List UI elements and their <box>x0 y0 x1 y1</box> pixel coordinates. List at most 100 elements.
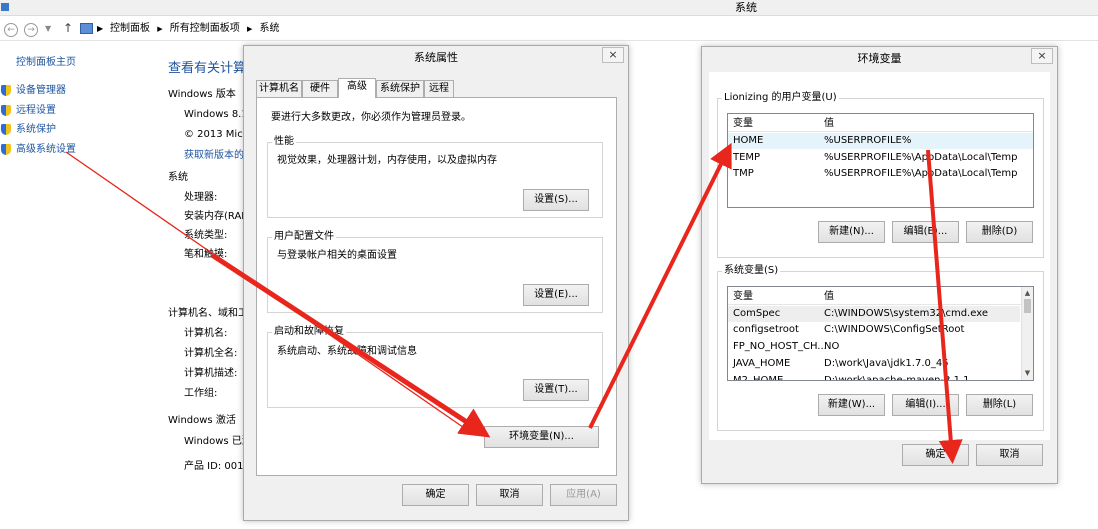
list-item[interactable]: configsetroot C:\WINDOWS\ConfigSetRoot <box>728 322 1020 338</box>
user-delete-button[interactable]: 删除(D) <box>966 221 1033 243</box>
breadcrumb-item[interactable]: 控制面板 <box>110 23 150 34</box>
system-new-button[interactable]: 新建(W)... <box>818 394 885 416</box>
tab-hardware[interactable]: 硬件 <box>302 80 338 97</box>
column-variable[interactable]: 变量 <box>733 116 753 132</box>
ok-button[interactable]: 确定 <box>402 484 469 506</box>
system-header: 系统 <box>168 172 188 183</box>
column-variable[interactable]: 变量 <box>733 289 753 305</box>
list-header: 变量 值 <box>728 116 1033 132</box>
profiles-settings-button[interactable]: 设置(E)... <box>523 284 589 306</box>
shield-icon <box>1 144 11 155</box>
list-item[interactable]: ComSpec C:\WINDOWS\system32\cmd.exe <box>728 306 1020 322</box>
sidebar-item-remote-settings[interactable]: 远程设置 <box>16 104 56 118</box>
dialog-title: 系统属性 <box>414 51 458 64</box>
scroll-up-icon[interactable]: ▲ <box>1022 288 1033 299</box>
vertical-scrollbar[interactable]: ▲ ▼ <box>1021 287 1033 380</box>
performance-settings-button[interactable]: 设置(S)... <box>523 189 589 211</box>
list-item[interactable]: HOME %USERPROFILE% <box>728 133 1033 149</box>
sidebar-item-system-protection[interactable]: 系统保护 <box>16 123 56 137</box>
cancel-button[interactable]: 取消 <box>476 484 543 506</box>
var-name: HOME <box>733 135 764 146</box>
column-value[interactable]: 值 <box>824 116 834 132</box>
var-name: TEMP <box>733 152 761 163</box>
dialog-title: 环境变量 <box>857 52 902 65</box>
var-value: %USERPROFILE%\AppData\Local\Temp <box>824 152 1018 163</box>
up-button[interactable]: ↑ <box>63 21 73 35</box>
activation-header: Windows 激活 <box>168 415 236 426</box>
var-value: C:\WINDOWS\system32\cmd.exe <box>824 308 988 319</box>
apply-button[interactable]: 应用(A) <box>550 484 617 506</box>
breadcrumb-item[interactable]: 系统 <box>260 23 280 34</box>
column-value[interactable]: 值 <box>824 289 834 305</box>
env-cancel-button[interactable]: 取消 <box>976 444 1043 466</box>
sidebar-item-advanced-settings[interactable]: 高级系统设置 <box>16 143 76 157</box>
list-header: 变量 值 <box>728 289 1033 305</box>
shield-icon <box>1 124 11 135</box>
breadcrumb: 控制面板 ▶ 所有控制面板项 ▶ 系统 <box>110 22 284 36</box>
app-icon <box>1 3 9 11</box>
user-vars-list[interactable]: 变量 值 HOME %USERPROFILE% TEMP %USERPROFIL… <box>727 113 1034 208</box>
scroll-thumb[interactable] <box>1024 299 1031 313</box>
ram-label: 安装内存(RAM <box>184 211 250 222</box>
sidebar-item-device-manager[interactable]: 设备管理器 <box>16 84 66 98</box>
processor-label: 处理器: <box>184 192 218 203</box>
list-item[interactable]: TEMP %USERPROFILE%\AppData\Local\Temp <box>728 150 1033 166</box>
window-title: 系统 <box>735 1 757 14</box>
var-name: FP_NO_HOST_CH... <box>733 341 827 352</box>
full-name-label: 计算机全名: <box>184 348 238 359</box>
close-button[interactable]: × <box>1031 48 1053 64</box>
control-panel-icon <box>80 23 93 34</box>
startup-desc: 系统启动、系统故障和调试信息 <box>277 346 417 357</box>
var-name: TMP <box>733 168 754 179</box>
edition-value: Windows 8.1 <box>184 109 248 120</box>
list-item[interactable]: TMP %USERPROFILE%\AppData\Local\Temp <box>728 166 1033 182</box>
system-vars-list[interactable]: 变量 值 ComSpec C:\WINDOWS\system32\cmd.exe… <box>727 286 1034 381</box>
get-new-version-link[interactable]: 获取新版本的 <box>184 149 244 163</box>
var-value: D:\work\apache-maven-3.1.1 <box>824 375 970 381</box>
breadcrumb-sep-icon: ▶ <box>246 25 253 33</box>
user-vars-label: Lionizing 的用户变量(U) <box>722 92 839 104</box>
tab-system-protection[interactable]: 系统保护 <box>376 80 424 97</box>
window-titlebar: 系统 <box>0 0 1098 16</box>
system-type-label: 系统类型: <box>184 230 228 241</box>
control-panel-home-link[interactable]: 控制面板主页 <box>16 56 76 70</box>
breadcrumb-item[interactable]: 所有控制面板项 <box>170 23 240 34</box>
activation-status: Windows 已激 <box>184 436 252 447</box>
environment-variables-button[interactable]: 环境变量(N)... <box>484 426 599 448</box>
back-button[interactable]: ← <box>4 23 18 37</box>
var-name: configsetroot <box>733 324 799 335</box>
system-edit-button[interactable]: 编辑(I)... <box>892 394 959 416</box>
var-name: M2_HOME <box>733 375 784 381</box>
list-item[interactable]: JAVA_HOME D:\work\Java\jdk1.7.0_45 <box>728 356 1020 372</box>
env-ok-button[interactable]: 确定 <box>902 444 969 466</box>
pen-touch-label: 笔和触摸: <box>184 249 228 260</box>
shield-icon <box>1 105 11 116</box>
list-item[interactable]: M2_HOME D:\work\apache-maven-3.1.1 <box>728 373 1020 381</box>
system-vars-label: 系统变量(S) <box>722 265 781 277</box>
system-delete-button[interactable]: 删除(L) <box>966 394 1033 416</box>
admin-note: 要进行大多数更改，你必须作为管理员登录。 <box>271 112 471 123</box>
workgroup-label: 工作组: <box>184 388 218 399</box>
scroll-down-icon[interactable]: ▼ <box>1022 368 1033 379</box>
chevron-down-icon[interactable]: ▼ <box>45 22 51 36</box>
profiles-label: 用户配置文件 <box>272 231 336 243</box>
var-name: JAVA_HOME <box>733 358 791 369</box>
user-edit-button[interactable]: 编辑(E)... <box>892 221 959 243</box>
product-id: 产品 ID: 0017 <box>184 461 250 472</box>
performance-label: 性能 <box>272 136 296 148</box>
breadcrumb-sep-icon: ▶ <box>157 25 163 33</box>
var-value: %USERPROFILE%\AppData\Local\Temp <box>824 168 1018 179</box>
tab-remote[interactable]: 远程 <box>424 80 454 97</box>
page-title: 查看有关计算 <box>168 61 247 76</box>
user-new-button[interactable]: 新建(N)... <box>818 221 885 243</box>
startup-settings-button[interactable]: 设置(T)... <box>523 379 589 401</box>
list-item[interactable]: FP_NO_HOST_CH... NO <box>728 339 1020 355</box>
description-label: 计算机描述: <box>184 368 238 379</box>
edition-header: Windows 版本 <box>168 89 236 100</box>
close-button[interactable]: × <box>602 47 624 63</box>
startup-label: 启动和故障恢复 <box>272 326 346 338</box>
tab-advanced[interactable]: 高级 <box>338 78 376 98</box>
tab-computer-name[interactable]: 计算机名 <box>256 80 302 97</box>
forward-button[interactable]: → <box>24 23 38 37</box>
profiles-desc: 与登录帐户相关的桌面设置 <box>277 250 397 261</box>
